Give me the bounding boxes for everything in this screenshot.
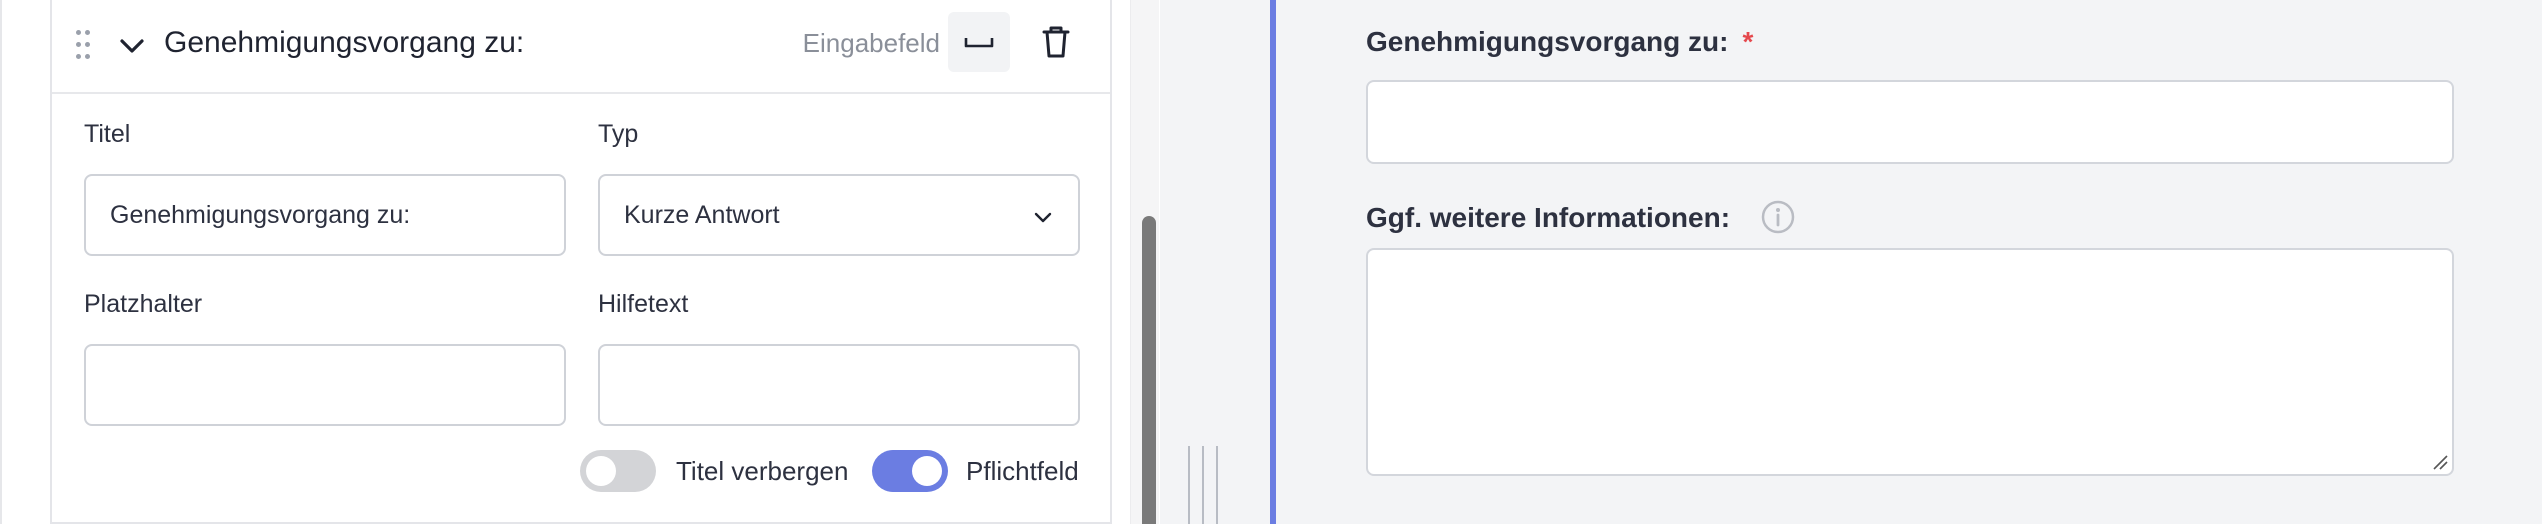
preview-field2-textarea[interactable] — [1366, 248, 2454, 476]
scrollbar-thumb[interactable] — [1142, 216, 1156, 524]
trash-icon — [1042, 26, 1070, 58]
field-card: Genehmigungsvorgang zu: Eingabefeld Tite… — [50, 0, 1112, 524]
helptext-input[interactable] — [598, 344, 1080, 426]
preview-field1-input[interactable] — [1366, 80, 2454, 164]
panel-splitter[interactable] — [1160, 0, 1270, 524]
splitter-grip-line — [1216, 446, 1218, 524]
type-select[interactable]: Kurze Antwort — [598, 174, 1080, 256]
drag-handle-icon[interactable] — [76, 30, 90, 60]
type-label: Typ — [598, 120, 639, 148]
required-toggle[interactable] — [872, 450, 948, 492]
splitter-grip-line — [1188, 446, 1190, 524]
preview-field1-label: Genehmigungsvorgang zu: * — [1366, 26, 1754, 57]
hide-title-toggle[interactable] — [580, 450, 656, 492]
placeholder-label: Platzhalter — [84, 290, 203, 318]
chevron-down-icon[interactable] — [116, 30, 148, 62]
field-card-header[interactable]: Genehmigungsvorgang zu: Eingabefeld — [52, 0, 1110, 94]
form-preview: Genehmigungsvorgang zu: * Ggf. weitere In… — [1276, 0, 2542, 524]
toggle-knob — [912, 456, 942, 486]
delete-field-button[interactable] — [1040, 24, 1072, 60]
layout-width-button[interactable] — [948, 12, 1010, 72]
title-label: Titel — [84, 120, 131, 148]
splitter-grip-line — [1202, 446, 1204, 524]
panel-edge — [0, 0, 2, 524]
info-icon[interactable] — [1760, 199, 1796, 235]
required-label: Pflichtfeld — [966, 456, 1079, 486]
field-type-label: Eingabefeld — [802, 28, 940, 58]
chevron-down-icon — [1034, 212, 1052, 223]
field-card-title: Genehmigungsvorgang zu: — [164, 26, 525, 59]
resize-grip-icon[interactable] — [2432, 454, 2448, 470]
toggle-knob — [586, 456, 616, 486]
layout-width-icon — [964, 38, 994, 48]
required-asterisk: * — [1742, 26, 1754, 57]
helptext-label: Hilfetext — [598, 290, 689, 318]
preview-field2-label: Ggf. weitere Informationen: — [1366, 202, 1731, 233]
title-input-value: Genehmigungsvorgang zu: — [110, 201, 411, 229]
field-editor-panel: Genehmigungsvorgang zu: Eingabefeld Tite… — [0, 0, 1159, 524]
type-select-value: Kurze Antwort — [624, 201, 780, 229]
title-input[interactable]: Genehmigungsvorgang zu: — [84, 174, 566, 256]
hide-title-label: Titel verbergen — [676, 456, 849, 486]
placeholder-input[interactable] — [84, 344, 566, 426]
